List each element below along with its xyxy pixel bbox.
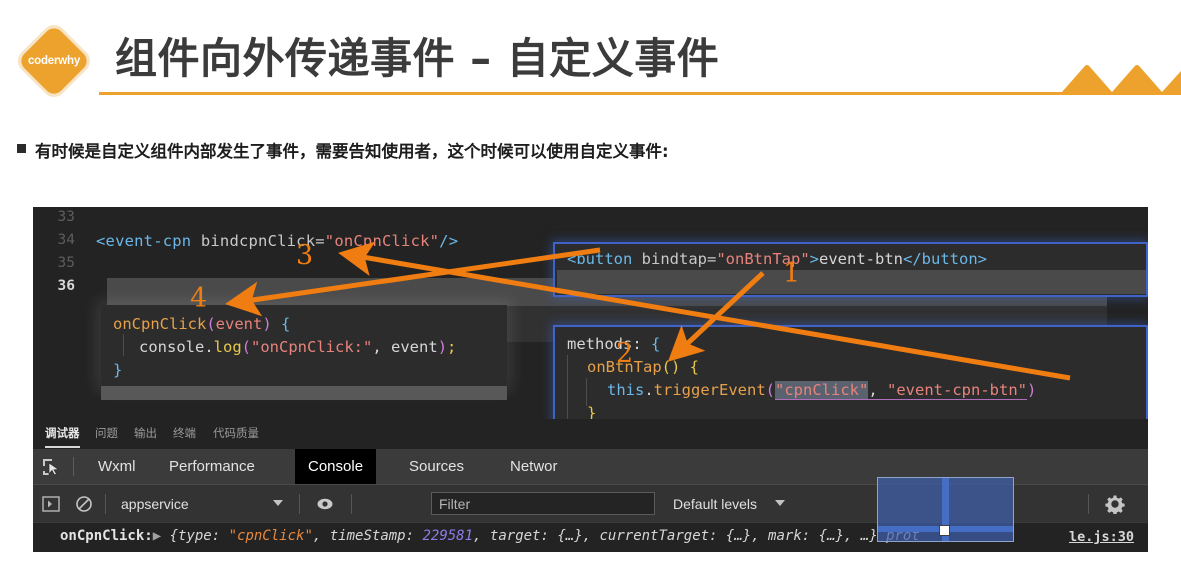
log-source-link[interactable]: le.js:30 (1069, 529, 1134, 545)
selection-resize-handle[interactable] (939, 525, 950, 536)
code-token-brace: { (271, 315, 291, 333)
code-token-method: log (213, 338, 242, 356)
sidebar-toggle-icon[interactable] (42, 495, 60, 513)
filter-input[interactable]: Filter (431, 492, 655, 515)
disclosure-triangle-icon[interactable]: ▶ (153, 528, 161, 544)
code-token-paren: ) (1026, 381, 1037, 399)
code-token-key: methods (567, 335, 633, 353)
code-token-string: "onCpnClick:" (251, 338, 373, 356)
logo-label: coderwhy (27, 55, 81, 67)
toolbar-divider (351, 494, 352, 514)
bullet-row: 有时候是自定义组件内部发生了事件，需要告知使用者，这个时候可以使用自定义事件: (17, 138, 669, 162)
code-token-arg: event (391, 338, 438, 356)
code-token-brace: { (651, 335, 661, 353)
page-title: 组件向外传递事件 – 自定义事件 (115, 34, 720, 83)
js-popup-panel: onCpnClick(event) { console.log("onCpnCl… (101, 305, 507, 386)
wxml-code: <button bindtap="onBtnTap">event-btn</bu… (567, 248, 987, 271)
code-token-colon: : (632, 335, 651, 353)
code-token-semicolon: ; (447, 338, 457, 356)
code-token-brace: { (680, 358, 699, 376)
code-token-tag-close: </button> (903, 250, 987, 268)
code-token-method: triggerEvent (653, 381, 766, 399)
code-token-tag: <event-cpn (96, 232, 192, 250)
tab-performance[interactable]: Performance (156, 449, 268, 484)
panel-tab-output[interactable]: 输出 (134, 425, 157, 441)
code-token-attr: bindcpnClick= (191, 232, 325, 250)
ide-panel-tabs: 调试器 问题 输出 终端 代码质量 (33, 419, 1148, 449)
code-token-paren: ( (765, 381, 775, 399)
wxml-empty-line-strip (557, 270, 1146, 294)
editor-gutter: 33 34 35 36 (33, 207, 85, 419)
line-number-current: 36 (57, 278, 75, 294)
code-editor: 33 34 35 36 <event-cpn bindcpnClick="onC… (33, 207, 1148, 456)
code-token-value: "onCpnClick" (324, 232, 440, 250)
code-token-tag-close: /> (439, 232, 459, 250)
code-line-event-cpn: <event-cpn bindcpnClick="onCpnClick"/> (96, 232, 458, 250)
log-object-open: {type: (161, 528, 229, 544)
log-label: onCpnClick: (60, 528, 153, 544)
code-token-fn: onCpnClick (113, 315, 207, 333)
code-token-tag: <button (567, 250, 633, 268)
code-token-value: "onBtnTap" (716, 250, 810, 268)
panel-tab-debugger[interactable]: 调试器 (45, 425, 80, 448)
code-token-arg-highlighted: "cpnClick" (775, 381, 869, 400)
square-bullet-icon (17, 144, 26, 153)
code-token-param: event (215, 315, 263, 333)
tab-console[interactable]: Console (295, 449, 377, 484)
console-log-message: onCpnClick:▶ {type: "cpnClick", timeStam… (60, 528, 920, 544)
chevron-down-icon[interactable] (775, 500, 785, 506)
tab-sources[interactable]: Sources (396, 449, 477, 484)
popup-footer-bar (101, 386, 507, 400)
panel-tab-terminal[interactable]: 终端 (173, 425, 196, 441)
code-token-paren: ) (437, 338, 448, 356)
context-selector[interactable]: appservice (121, 494, 189, 514)
zigzag-decoration (1062, 65, 1181, 95)
selection-rectangle[interactable] (877, 477, 1014, 542)
code-token-paren: ( (241, 338, 252, 356)
live-expression-eye-icon[interactable] (316, 495, 334, 513)
line-number: 35 (57, 255, 75, 271)
code-token-comma: , (868, 381, 887, 400)
code-token-dot: . (204, 338, 214, 356)
inspect-element-icon[interactable] (41, 457, 61, 477)
log-rest: , target: {…}, currentTarget: {…}, mark (473, 528, 802, 544)
code-token-paren: ( (206, 315, 216, 333)
toolbar-divider (299, 494, 300, 514)
code-token-fn: onBtnTap (587, 358, 662, 376)
settings-gear-icon[interactable] (1105, 494, 1125, 514)
toolbar-divider (105, 494, 106, 514)
toolbar-divider (1088, 494, 1089, 514)
clear-console-icon[interactable] (75, 495, 93, 513)
code-token-gt: > (809, 250, 819, 268)
toolbar-divider (73, 457, 74, 476)
tab-network[interactable]: Networ (497, 449, 571, 484)
coderwhy-logo: coderwhy (12, 19, 96, 103)
code-token-text: event-btn (819, 250, 903, 268)
panel-tab-problems[interactable]: 问题 (95, 425, 118, 441)
log-mid: , timeStamp: (312, 528, 423, 544)
log-type-value: "cpnClick" (228, 528, 313, 544)
log-timestamp: 229581 (422, 528, 474, 544)
code-token-obj: console (139, 338, 205, 356)
tab-wxml[interactable]: Wxml (85, 449, 149, 484)
panel-tab-code-quality[interactable]: 代码质量 (213, 425, 259, 441)
code-token-paren: ) (262, 315, 272, 333)
line-number: 34 (57, 232, 75, 248)
slide-root: coderwhy 组件向外传递事件 – 自定义事件 有时候是自定义组件内部发生了… (0, 0, 1181, 580)
line-number: 33 (57, 209, 75, 225)
code-token-attr: bindtap= (632, 250, 717, 268)
bullet-text: 有时候是自定义组件内部发生了事件，需要告知使用者，这个时候可以使用自定义事件: (35, 142, 669, 161)
chevron-down-icon[interactable] (273, 500, 283, 506)
code-token-arg: "event-cpn-btn" (887, 381, 1027, 400)
title-underline (99, 92, 1064, 95)
wxml-code-panel: <button bindtap="onBtnTap">event-btn</bu… (553, 242, 1148, 297)
log-levels-selector[interactable]: Default levels (673, 494, 757, 514)
code-token-this: this (607, 381, 645, 399)
code-token-parens: () (661, 358, 681, 376)
code-token-dot: . (644, 381, 654, 399)
popup-code: onCpnClick(event) { console.log("onCpnCl… (113, 313, 456, 382)
code-token-brace: } (113, 361, 123, 379)
code-token-comma: , (372, 338, 392, 356)
